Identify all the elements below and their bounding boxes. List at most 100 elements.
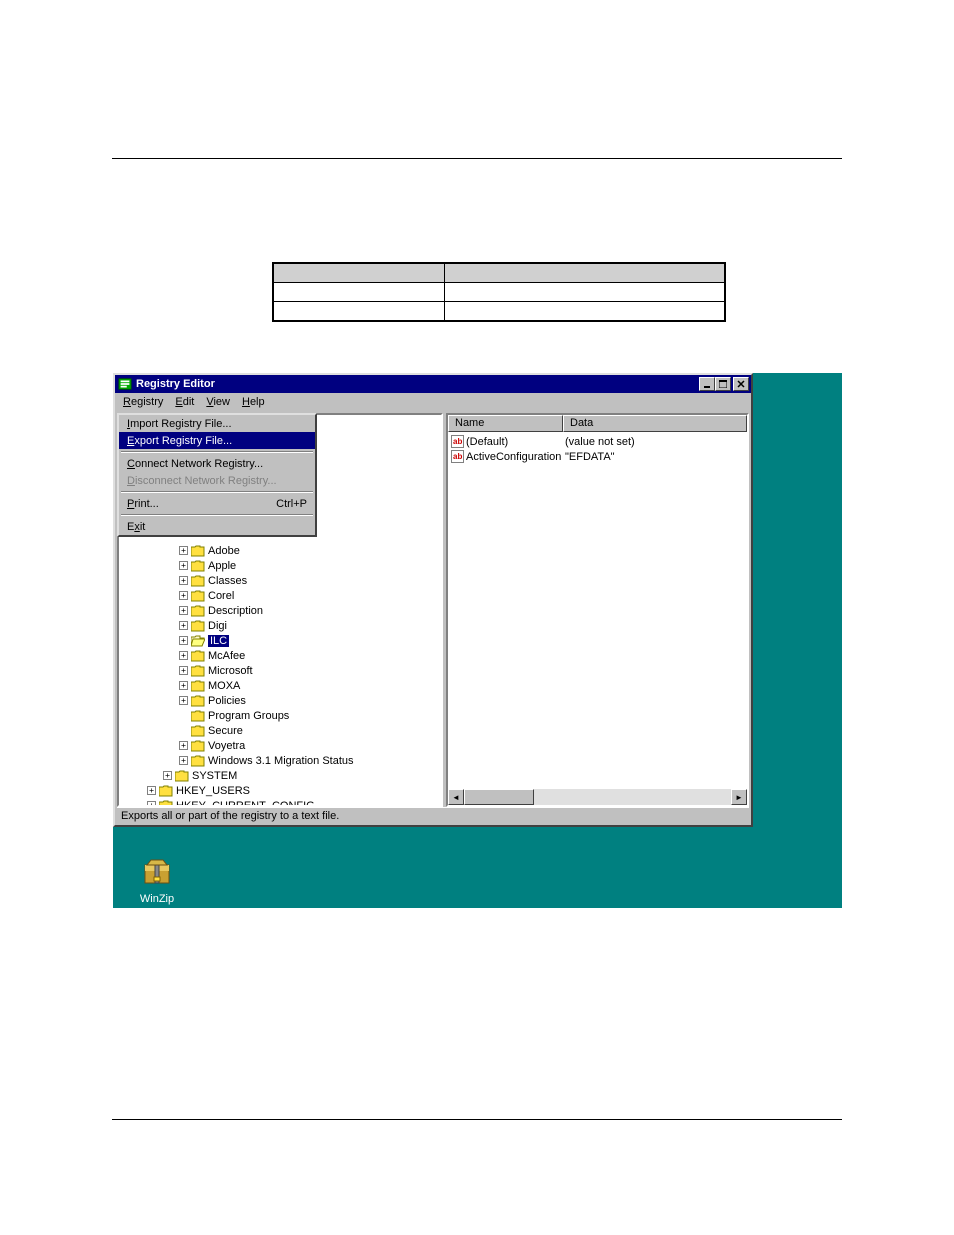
menubar: Registry Edit View Help <box>115 393 751 411</box>
value-row[interactable]: ab ActiveConfiguration"EFDATA" <box>450 449 745 464</box>
expander-icon[interactable]: + <box>179 576 188 585</box>
folder-icon <box>191 725 205 737</box>
tree-item-label: Corel <box>208 590 234 602</box>
tree-item[interactable]: +HKEY_USERS <box>119 783 441 798</box>
value-row[interactable]: ab(Default)(value not set) <box>450 434 745 449</box>
tree-item[interactable]: + SYSTEM <box>119 768 441 783</box>
tree-item[interactable]: Program Groups <box>119 708 441 723</box>
tree-item[interactable]: + Digi <box>119 618 441 633</box>
tree-item[interactable]: + ILC <box>119 633 441 648</box>
expander-icon[interactable]: + <box>179 621 188 630</box>
expander-icon[interactable]: + <box>179 546 188 555</box>
folder-icon <box>191 740 205 752</box>
winzip-icon <box>141 857 173 889</box>
menu-import-registry-file[interactable]: Import Registry File... <box>119 415 315 432</box>
scroll-right-button[interactable]: ► <box>731 789 747 805</box>
value-name: (Default) <box>466 436 565 448</box>
menu-registry[interactable]: Registry <box>117 394 169 410</box>
tree-item[interactable]: +Adobe <box>119 543 441 558</box>
expander-icon <box>179 726 188 735</box>
desktop-icon-label: WinZip <box>127 893 187 905</box>
folder-icon <box>159 800 173 808</box>
tree-item[interactable]: + McAfee <box>119 648 441 663</box>
expander-icon[interactable]: + <box>179 756 188 765</box>
desktop-icon-winzip[interactable]: WinZip <box>127 857 187 905</box>
tree-item-label: Voyetra <box>208 740 245 752</box>
tree-item[interactable]: + Description <box>119 603 441 618</box>
tree-item[interactable]: + Voyetra <box>119 738 441 753</box>
expander-icon[interactable]: + <box>147 786 156 795</box>
expander-icon[interactable]: + <box>163 771 172 780</box>
tree-item[interactable]: + Microsoft <box>119 663 441 678</box>
values-list[interactable]: ab(Default)(value not set)abActiveConfig… <box>448 432 747 466</box>
tree-item[interactable]: + Corel <box>119 588 441 603</box>
folder-icon <box>191 605 205 617</box>
expander-icon[interactable]: + <box>179 651 188 660</box>
tree-item-label: Apple <box>208 560 236 572</box>
folder-icon <box>191 665 205 677</box>
maximize-button[interactable] <box>715 377 731 391</box>
expander-icon <box>179 711 188 720</box>
statusbar-text: Exports all or part of the registry to a… <box>121 810 339 822</box>
expander-icon[interactable]: + <box>179 666 188 675</box>
menu-edit[interactable]: Edit <box>169 394 200 410</box>
tree-item-label: Classes <box>208 575 247 587</box>
tree-item-label: SYSTEM <box>192 770 237 782</box>
tree-item-label: HKEY_CURRENT_CONFIG <box>176 800 315 808</box>
expander-icon[interactable]: + <box>179 561 188 570</box>
menu-print[interactable]: Print...Ctrl+P <box>119 495 315 512</box>
expander-icon[interactable]: + <box>179 591 188 600</box>
value-data: "EFDATA" <box>565 451 615 463</box>
scroll-left-button[interactable]: ◄ <box>448 789 464 805</box>
folder-icon <box>191 650 205 662</box>
tree-item[interactable]: +Policies <box>119 693 441 708</box>
tree-item-label: Microsoft <box>208 665 253 677</box>
tree-item-label: McAfee <box>208 650 245 662</box>
resize-grip[interactable] <box>735 809 749 823</box>
scroll-thumb[interactable] <box>464 789 534 805</box>
string-value-icon: ab <box>450 435 464 449</box>
menu-disconnect-network-registry: Disconnect Network Registry... <box>119 472 315 489</box>
tree-item[interactable]: +Windows 3.1 Migration Status <box>119 753 441 768</box>
tree-item-label: Digi <box>208 620 227 632</box>
page-divider-bottom <box>112 1119 842 1120</box>
tree-item-label: Description <box>208 605 263 617</box>
col-data[interactable]: Data <box>563 415 747 432</box>
tree-item[interactable]: + Classes <box>119 573 441 588</box>
folder-icon <box>191 575 205 587</box>
tree-item-label: ILC <box>208 635 229 647</box>
menu-exit[interactable]: Exit <box>119 518 315 535</box>
folder-icon <box>159 785 173 797</box>
col-name[interactable]: Name <box>448 415 563 432</box>
folder-icon <box>191 560 205 572</box>
page-table <box>272 262 726 322</box>
menu-connect-network-registry[interactable]: Connect Network Registry... <box>119 455 315 472</box>
values-pane[interactable]: Name Data ab(Default)(value not set)abAc… <box>446 413 749 807</box>
statusbar: Exports all or part of the registry to a… <box>117 807 749 823</box>
expander-icon[interactable]: + <box>179 636 188 645</box>
expander-icon[interactable]: + <box>179 696 188 705</box>
tree-item[interactable]: +HKEY_CURRENT_CONFIG <box>119 798 441 807</box>
folder-icon <box>191 680 205 692</box>
tree-item[interactable]: Secure <box>119 723 441 738</box>
titlebar[interactable]: Registry Editor <box>115 375 751 393</box>
tree-item[interactable]: +MOXA <box>119 678 441 693</box>
value-name: ActiveConfiguration <box>466 451 565 463</box>
registry-menu-dropdown: Import Registry File... Export Registry … <box>117 413 317 537</box>
svg-text:ab: ab <box>453 452 462 461</box>
close-button[interactable] <box>733 377 749 391</box>
minimize-button[interactable] <box>699 377 715 391</box>
app-icon <box>117 376 133 392</box>
tree-item[interactable]: + Apple <box>119 558 441 573</box>
column-headers[interactable]: Name Data <box>448 415 747 432</box>
horizontal-scrollbar[interactable]: ◄ ► <box>448 789 747 805</box>
page-divider-top <box>112 158 842 159</box>
menu-help[interactable]: Help <box>236 394 271 410</box>
tree-item-label: Secure <box>208 725 243 737</box>
menu-export-registry-file[interactable]: Export Registry File... <box>119 432 315 449</box>
expander-icon[interactable]: + <box>179 681 188 690</box>
expander-icon[interactable]: + <box>179 741 188 750</box>
menu-view[interactable]: View <box>200 394 236 410</box>
desktop-background: Registry Editor Registry Edit View Help … <box>113 373 842 908</box>
expander-icon[interactable]: + <box>179 606 188 615</box>
